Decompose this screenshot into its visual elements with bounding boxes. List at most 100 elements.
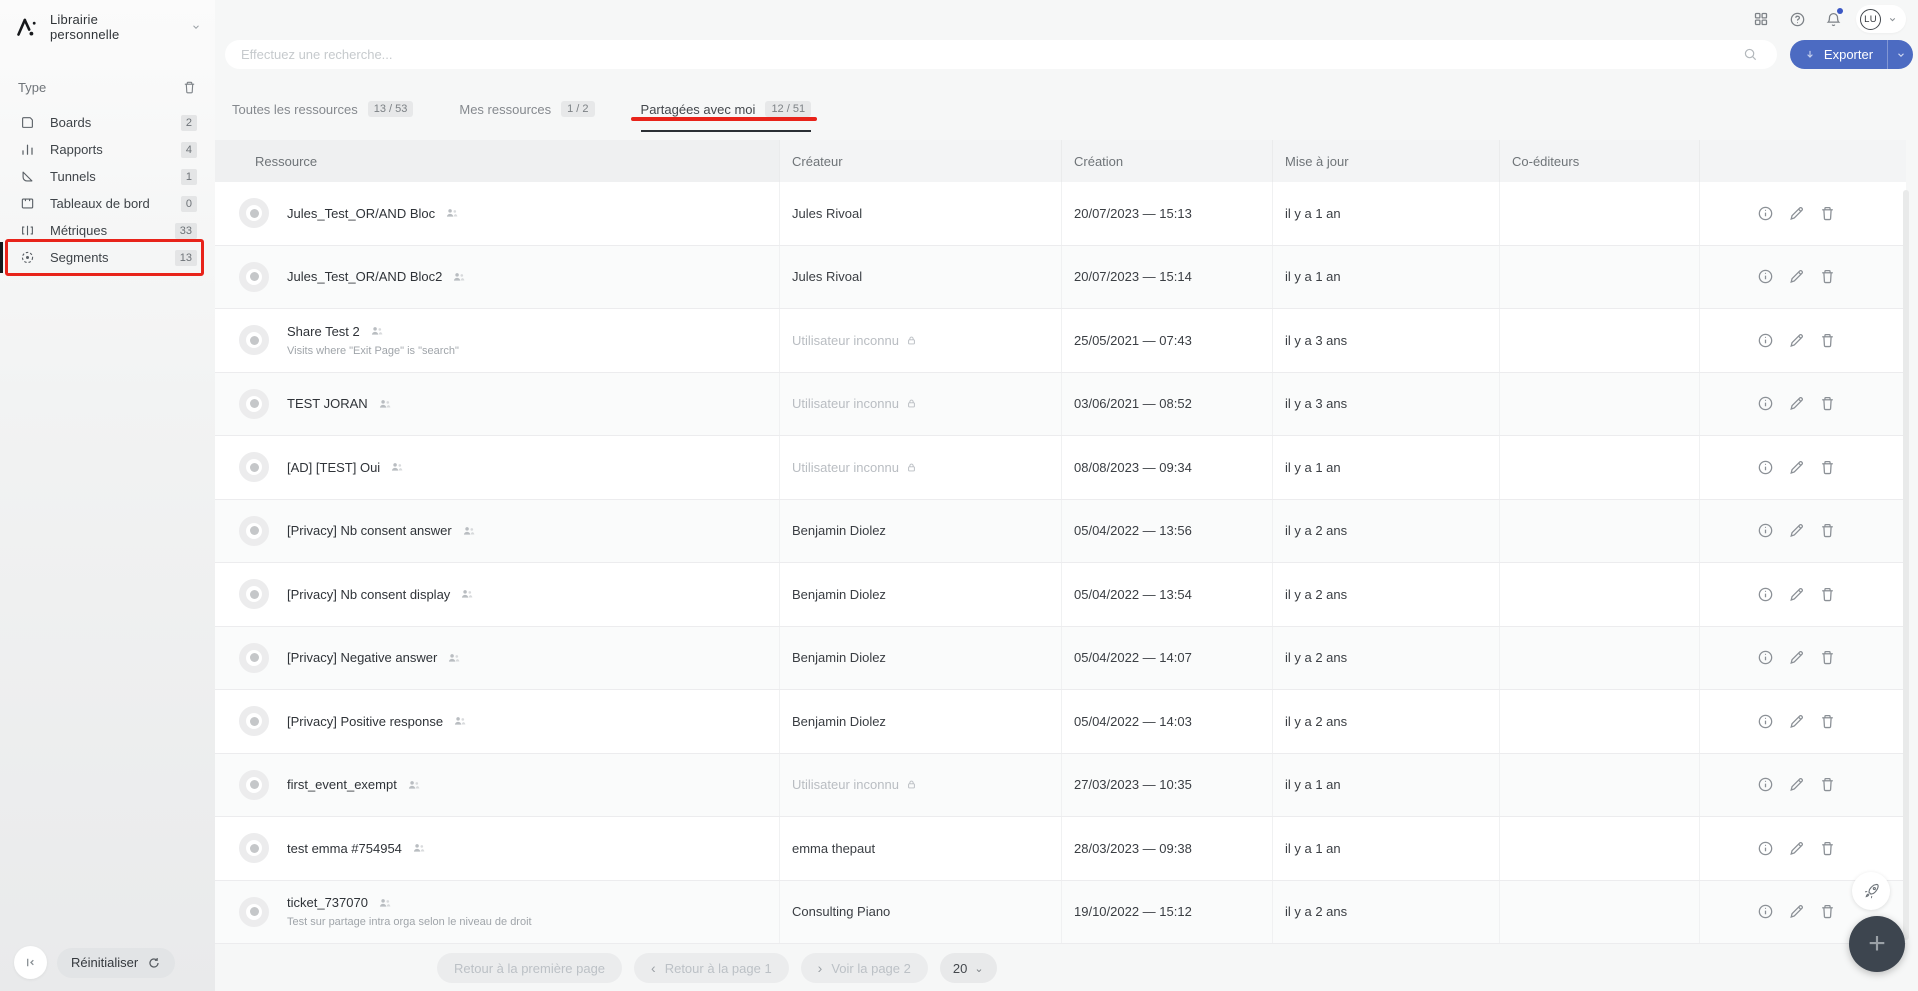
resource-name[interactable]: [Privacy] Nb consent display bbox=[287, 587, 450, 602]
table-row[interactable]: [Privacy] Negative answer Benjamin Diole… bbox=[215, 627, 1906, 691]
table-row[interactable]: Jules_Test_OR/AND Bloc2 Jules Rivoal bbox=[215, 246, 1906, 310]
column-header-resource[interactable]: Ressource bbox=[215, 140, 779, 182]
table-row[interactable]: Jules_Test_OR/AND Bloc Jules Rivoal bbox=[215, 182, 1906, 246]
table-row[interactable]: Share Test 2 Visits where "Exit Page" is… bbox=[215, 309, 1906, 373]
info-icon[interactable] bbox=[1757, 713, 1774, 730]
creator-name: Benjamin Diolez bbox=[792, 523, 886, 538]
sidebar-item-rapports[interactable]: Rapports 4 bbox=[0, 136, 215, 163]
edit-pencil-icon[interactable] bbox=[1788, 840, 1805, 857]
table-row[interactable]: [Privacy] Nb consent answer Benjamin Dio… bbox=[215, 500, 1906, 564]
resource-name[interactable]: first_event_exempt bbox=[287, 777, 397, 792]
tab[interactable]: Mes ressources 1 / 2 bbox=[459, 101, 594, 132]
pagination-button[interactable]: Retour à la première page bbox=[437, 953, 622, 983]
delete-trash-icon[interactable] bbox=[1819, 649, 1836, 666]
info-icon[interactable] bbox=[1757, 522, 1774, 539]
collapse-sidebar-button[interactable] bbox=[14, 946, 47, 979]
tab[interactable]: Toutes les ressources 13 / 53 bbox=[232, 101, 413, 132]
resource-name[interactable]: Jules_Test_OR/AND Bloc bbox=[287, 206, 435, 221]
edit-pencil-icon[interactable] bbox=[1788, 459, 1805, 476]
edit-pencil-icon[interactable] bbox=[1788, 395, 1805, 412]
delete-trash-icon[interactable] bbox=[1819, 522, 1836, 539]
feedback-rocket-button[interactable] bbox=[1852, 872, 1890, 910]
table-row[interactable]: first_event_exempt Utilisateur inconnu bbox=[215, 754, 1906, 818]
table-row[interactable]: [Privacy] Nb consent display Benjamin Di… bbox=[215, 563, 1906, 627]
info-icon[interactable] bbox=[1757, 332, 1774, 349]
sidebar-item-tunnels[interactable]: Tunnels 1 bbox=[0, 163, 215, 190]
info-icon[interactable] bbox=[1757, 459, 1774, 476]
segment-icon bbox=[239, 262, 269, 292]
delete-trash-icon[interactable] bbox=[1819, 840, 1836, 857]
export-button[interactable]: Exporter bbox=[1790, 40, 1913, 69]
table-row[interactable]: ticket_737070 Test sur partage intra org… bbox=[215, 881, 1906, 945]
creator-name: Utilisateur inconnu bbox=[792, 460, 899, 475]
column-header-updated[interactable]: Mise à jour bbox=[1272, 140, 1499, 182]
edit-pencil-icon[interactable] bbox=[1788, 776, 1805, 793]
sidebar-item-segments[interactable]: Segments 13 bbox=[0, 244, 215, 271]
edit-pencil-icon[interactable] bbox=[1788, 586, 1805, 603]
delete-trash-icon[interactable] bbox=[1819, 205, 1836, 222]
sidebar-item-boards[interactable]: Boards 2 bbox=[0, 109, 215, 136]
info-icon[interactable] bbox=[1757, 840, 1774, 857]
tab[interactable]: Partagées avec moi 12 / 51 bbox=[641, 101, 812, 132]
resource-name[interactable]: Share Test 2 bbox=[287, 324, 360, 339]
info-icon[interactable] bbox=[1757, 903, 1774, 920]
updated-at: il y a 1 an bbox=[1272, 754, 1499, 817]
dashboard-icon bbox=[20, 196, 36, 212]
edit-pencil-icon[interactable] bbox=[1788, 713, 1805, 730]
sidebar-item-m-triques[interactable]: Métriques 33 bbox=[0, 217, 215, 244]
resource-name[interactable]: TEST JORAN bbox=[287, 396, 368, 411]
resource-name[interactable]: [Privacy] Nb consent answer bbox=[287, 523, 452, 538]
resource-name[interactable]: Jules_Test_OR/AND Bloc2 bbox=[287, 269, 442, 284]
resource-name[interactable]: [Privacy] Negative answer bbox=[287, 650, 437, 665]
edit-pencil-icon[interactable] bbox=[1788, 903, 1805, 920]
clear-filter-trash-icon[interactable] bbox=[182, 80, 197, 95]
pagination-button[interactable]: ‹ Retour à la page 1 bbox=[634, 953, 789, 983]
table-row[interactable]: TEST JORAN Utilisateur inconnu bbox=[215, 373, 1906, 437]
export-options-chevron[interactable] bbox=[1887, 40, 1913, 69]
info-icon[interactable] bbox=[1757, 205, 1774, 222]
edit-pencil-icon[interactable] bbox=[1788, 268, 1805, 285]
sidebar-item-tableaux-de-bord[interactable]: Tableaux de bord 0 bbox=[0, 190, 215, 217]
co-editors-cell bbox=[1499, 563, 1699, 626]
info-icon[interactable] bbox=[1757, 776, 1774, 793]
tab-label: Mes ressources bbox=[459, 102, 551, 117]
resource-name[interactable]: [Privacy] Positive response bbox=[287, 714, 443, 729]
column-header-creator[interactable]: Créateur bbox=[779, 140, 1061, 182]
page-size-select[interactable]: 20 ⌄ bbox=[940, 953, 997, 983]
table-row[interactable]: [AD] [TEST] Oui Utilisateur inconnu bbox=[215, 436, 1906, 500]
created-at: 25/05/2021 — 07:43 bbox=[1061, 309, 1272, 372]
delete-trash-icon[interactable] bbox=[1819, 268, 1836, 285]
column-header-coeditors[interactable]: Co-éditeurs bbox=[1499, 140, 1699, 182]
workspace-switcher[interactable]: Librairie personnelle bbox=[0, 0, 215, 54]
co-editors-cell bbox=[1499, 309, 1699, 372]
resource-name[interactable]: ticket_737070 bbox=[287, 895, 368, 910]
add-resource-fab[interactable]: + bbox=[1849, 916, 1905, 972]
resource-name[interactable]: [AD] [TEST] Oui bbox=[287, 460, 380, 475]
column-header-created[interactable]: Création bbox=[1061, 140, 1272, 182]
edit-pencil-icon[interactable] bbox=[1788, 649, 1805, 666]
edit-pencil-icon[interactable] bbox=[1788, 522, 1805, 539]
table-row[interactable]: [Privacy] Positive response Benjamin Dio… bbox=[215, 690, 1906, 754]
sidebar-item-count: 0 bbox=[181, 196, 197, 212]
table-body: Jules_Test_OR/AND Bloc Jules Rivoal bbox=[215, 182, 1906, 944]
pagination-button[interactable]: › Voir la page 2 bbox=[801, 953, 928, 983]
delete-trash-icon[interactable] bbox=[1819, 713, 1836, 730]
info-icon[interactable] bbox=[1757, 395, 1774, 412]
reset-filters-button[interactable]: Réinitialiser bbox=[57, 948, 175, 978]
info-icon[interactable] bbox=[1757, 268, 1774, 285]
edit-pencil-icon[interactable] bbox=[1788, 332, 1805, 349]
vertical-scrollbar[interactable] bbox=[1903, 190, 1909, 940]
delete-trash-icon[interactable] bbox=[1819, 459, 1836, 476]
edit-pencil-icon[interactable] bbox=[1788, 205, 1805, 222]
delete-trash-icon[interactable] bbox=[1819, 586, 1836, 603]
info-icon[interactable] bbox=[1757, 649, 1774, 666]
sidebar-item-label: Segments bbox=[50, 250, 109, 265]
delete-trash-icon[interactable] bbox=[1819, 395, 1836, 412]
delete-trash-icon[interactable] bbox=[1819, 776, 1836, 793]
delete-trash-icon[interactable] bbox=[1819, 332, 1836, 349]
info-icon[interactable] bbox=[1757, 586, 1774, 603]
table-row[interactable]: test emma #754954 emma thepaut bbox=[215, 817, 1906, 881]
delete-trash-icon[interactable] bbox=[1819, 903, 1836, 920]
search-input[interactable] bbox=[225, 40, 1777, 69]
resource-name[interactable]: test emma #754954 bbox=[287, 841, 402, 856]
